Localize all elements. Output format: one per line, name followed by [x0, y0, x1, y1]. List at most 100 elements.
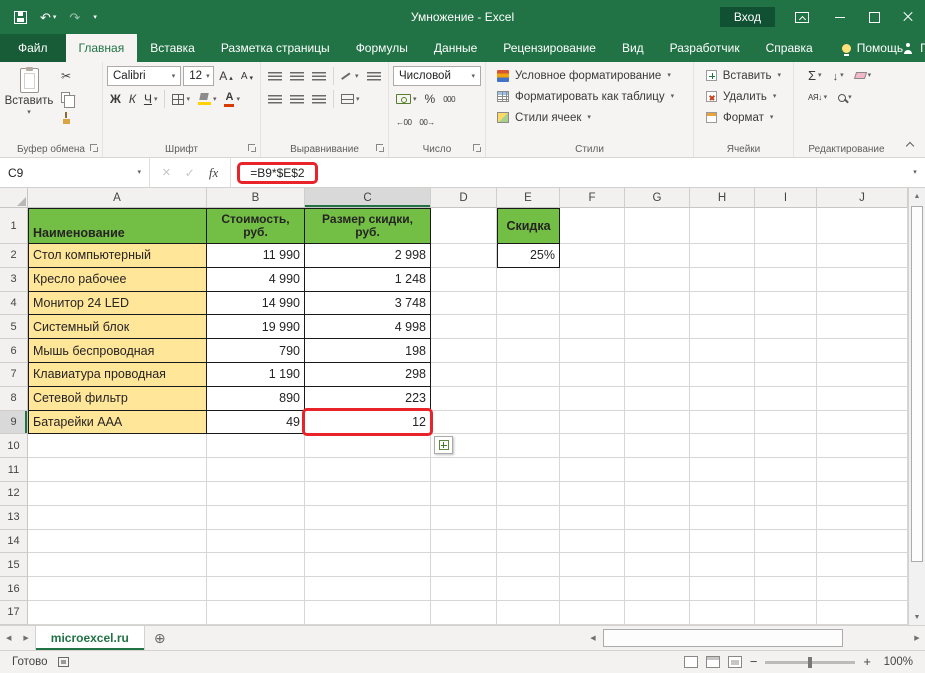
cell-C6[interactable]: 198: [305, 339, 431, 363]
scroll-right-icon[interactable]: [909, 634, 925, 642]
cell-H2[interactable]: [690, 244, 755, 268]
cell-H4[interactable]: [690, 292, 755, 316]
decrease-decimal-button[interactable]: 00→: [416, 112, 437, 132]
cell-G2[interactable]: [625, 244, 690, 268]
cell-I3[interactable]: [755, 268, 817, 292]
zoom-out-button[interactable]: [750, 655, 758, 669]
cell-E1[interactable]: Скидка: [497, 208, 560, 244]
cell-A9[interactable]: Батарейки AAA: [28, 411, 207, 435]
cell-H16[interactable]: [690, 577, 755, 601]
cell-J5[interactable]: [817, 315, 908, 339]
cell-I15[interactable]: [755, 553, 817, 577]
cell-G6[interactable]: [625, 339, 690, 363]
save-icon[interactable]: [14, 11, 27, 24]
cell-H14[interactable]: [690, 530, 755, 554]
cell-A16[interactable]: [28, 577, 207, 601]
fill-button[interactable]: [830, 66, 847, 86]
zoom-slider-thumb[interactable]: [808, 657, 812, 668]
cell-A17[interactable]: [28, 601, 207, 625]
accounting-format-button[interactable]: [393, 89, 420, 109]
cell-F11[interactable]: [560, 458, 625, 482]
cell-J3[interactable]: [817, 268, 908, 292]
cell-C11[interactable]: [305, 458, 431, 482]
tab-Файл[interactable]: Файл: [0, 34, 66, 62]
select-all-corner[interactable]: [0, 188, 28, 208]
cell-H8[interactable]: [690, 387, 755, 411]
cell-C17[interactable]: [305, 601, 431, 625]
cell-E6[interactable]: [497, 339, 560, 363]
font-name-combo[interactable]: Calibri: [107, 66, 181, 86]
cell-E14[interactable]: [497, 530, 560, 554]
cell-E15[interactable]: [497, 553, 560, 577]
row-header-4[interactable]: 4: [0, 292, 28, 316]
cell-J10[interactable]: [817, 434, 908, 458]
cell-H12[interactable]: [690, 482, 755, 506]
row-header-10[interactable]: 10: [0, 434, 28, 458]
vertical-scroll-track[interactable]: [909, 204, 925, 609]
cell-J14[interactable]: [817, 530, 908, 554]
sign-in-button[interactable]: Вход: [720, 7, 775, 27]
cell-H7[interactable]: [690, 363, 755, 387]
tab-Разметка страницы[interactable]: Разметка страницы: [208, 34, 343, 62]
column-header-H[interactable]: H: [690, 188, 755, 208]
cell-J4[interactable]: [817, 292, 908, 316]
align-middle-button[interactable]: [287, 66, 307, 86]
cell-D17[interactable]: [431, 601, 497, 625]
cell-J7[interactable]: [817, 363, 908, 387]
cell-A12[interactable]: [28, 482, 207, 506]
cell-E11[interactable]: [497, 458, 560, 482]
tab-Вставка[interactable]: Вставка: [137, 34, 208, 62]
cell-F9[interactable]: [560, 411, 625, 435]
cell-H11[interactable]: [690, 458, 755, 482]
cell-I7[interactable]: [755, 363, 817, 387]
formula-input[interactable]: =B9*$E$2: [231, 158, 905, 187]
cell-J8[interactable]: [817, 387, 908, 411]
align-top-button[interactable]: [265, 66, 285, 86]
cell-I12[interactable]: [755, 482, 817, 506]
cell-G15[interactable]: [625, 553, 690, 577]
align-bottom-button[interactable]: [309, 66, 329, 86]
cell-C12[interactable]: [305, 482, 431, 506]
cell-H17[interactable]: [690, 601, 755, 625]
cell-I10[interactable]: [755, 434, 817, 458]
cell-I8[interactable]: [755, 387, 817, 411]
minimize-button[interactable]: [823, 0, 857, 34]
cell-H15[interactable]: [690, 553, 755, 577]
cell-D12[interactable]: [431, 482, 497, 506]
tab-Разработчик[interactable]: Разработчик: [657, 34, 753, 62]
wrap-text-button[interactable]: [364, 66, 384, 86]
cell-D9[interactable]: [431, 411, 497, 435]
cell-F4[interactable]: [560, 292, 625, 316]
cell-J16[interactable]: [817, 577, 908, 601]
cell-J13[interactable]: [817, 506, 908, 530]
cancel-icon[interactable]: [162, 164, 171, 182]
cell-C3[interactable]: 1 248: [305, 268, 431, 292]
cell-H6[interactable]: [690, 339, 755, 363]
dialog-launcher-icon[interactable]: [90, 144, 99, 153]
cell-E3[interactable]: [497, 268, 560, 292]
cell-J2[interactable]: [817, 244, 908, 268]
cell-J11[interactable]: [817, 458, 908, 482]
insert-function-button[interactable]: fx: [209, 165, 218, 181]
vertical-scrollbar[interactable]: [908, 188, 925, 625]
cell-A10[interactable]: [28, 434, 207, 458]
cell-C14[interactable]: [305, 530, 431, 554]
cell-I1[interactable]: [755, 208, 817, 244]
cell-J15[interactable]: [817, 553, 908, 577]
cell-I13[interactable]: [755, 506, 817, 530]
find-select-button[interactable]: [835, 88, 855, 108]
sort-filter-button[interactable]: АЯ↓: [805, 88, 830, 108]
row-header-16[interactable]: 16: [0, 577, 28, 601]
cell-J1[interactable]: [817, 208, 908, 244]
horizontal-scroll-thumb[interactable]: [603, 629, 843, 647]
cell-G14[interactable]: [625, 530, 690, 554]
cell-C15[interactable]: [305, 553, 431, 577]
column-header-E[interactable]: E: [497, 188, 560, 208]
cell-B13[interactable]: [207, 506, 305, 530]
new-sheet-button[interactable]: [145, 626, 175, 650]
cell-B14[interactable]: [207, 530, 305, 554]
cell-A2[interactable]: Стол компьютерный: [28, 244, 207, 268]
dialog-launcher-icon[interactable]: [248, 144, 257, 153]
cell-F14[interactable]: [560, 530, 625, 554]
cell-E13[interactable]: [497, 506, 560, 530]
